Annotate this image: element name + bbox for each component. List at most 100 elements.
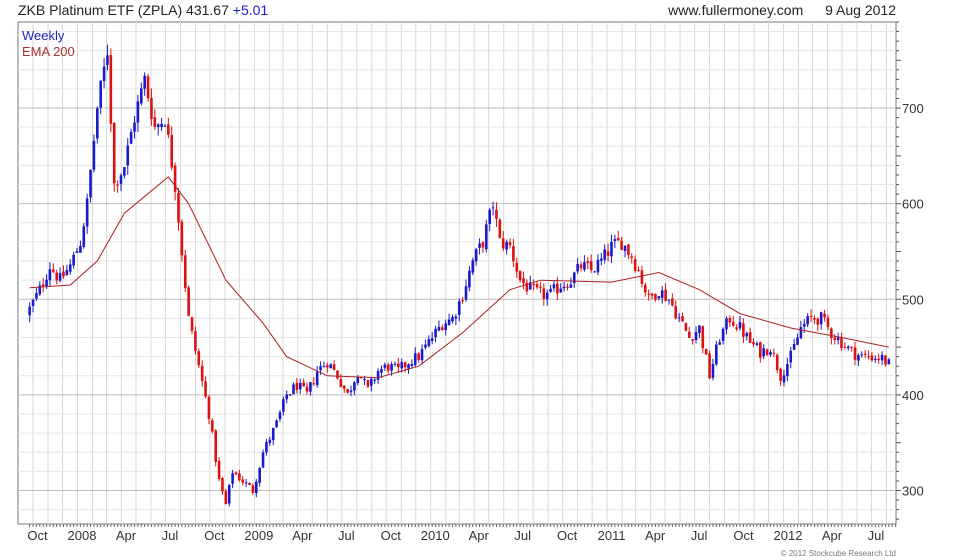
- weekly-candle-body: [870, 355, 874, 361]
- weekly-candle-body: [221, 478, 224, 492]
- weekly-candle-body: [244, 482, 248, 484]
- weekly-candle-body: [630, 256, 634, 258]
- weekly-candle-body: [616, 237, 620, 241]
- weekly-candle-body: [569, 284, 573, 288]
- weekly-candle-body: [119, 175, 123, 184]
- weekly-candle-body: [339, 379, 343, 387]
- y-tick-label: 400: [902, 388, 924, 403]
- weekly-candle-body: [336, 370, 339, 379]
- weekly-candle-body: [400, 362, 404, 369]
- weekly-candle-body: [295, 382, 299, 391]
- weekly-candle-body: [698, 325, 701, 333]
- weekly-candle-body: [224, 491, 228, 505]
- weekly-candle-body: [836, 337, 840, 341]
- weekly-candle-body: [207, 397, 211, 420]
- weekly-candle-body: [89, 169, 92, 198]
- weekly-candle-body: [217, 460, 221, 480]
- weekly-candle-body: [153, 117, 157, 127]
- weekly-candle-body: [721, 328, 725, 341]
- weekly-candle-body: [464, 286, 468, 300]
- weekly-candle-body: [288, 394, 292, 396]
- weekly-candle-body: [434, 328, 437, 338]
- weekly-candle-body: [850, 346, 853, 348]
- weekly-candle-body: [495, 209, 498, 219]
- weekly-candle-body: [116, 184, 119, 186]
- weekly-candle-body: [745, 333, 749, 337]
- legend-weekly: Weekly: [22, 28, 65, 43]
- weekly-candle-body: [515, 262, 519, 272]
- weekly-candle-body: [576, 263, 579, 272]
- grid-layer: [18, 22, 896, 524]
- weekly-candle-body: [268, 439, 272, 444]
- weekly-candle-body: [846, 346, 850, 349]
- x-tick-label: Apr: [469, 528, 490, 543]
- x-tick-label: Oct: [381, 528, 402, 543]
- weekly-candle-body: [535, 284, 539, 288]
- weekly-candle-body: [765, 349, 769, 355]
- weekly-candle-body: [657, 296, 661, 299]
- weekly-candle-body: [671, 298, 674, 306]
- weekly-candle-body: [545, 292, 549, 300]
- weekly-candle-body: [285, 394, 289, 400]
- weekly-candle-body: [677, 317, 681, 319]
- weekly-candle-body: [880, 354, 884, 361]
- weekly-candle-body: [96, 108, 99, 139]
- weekly-candle-body: [102, 66, 106, 82]
- weekly-candle-body: [302, 382, 305, 387]
- weekly-candle-body: [200, 365, 204, 382]
- x-tick-label: Oct: [557, 528, 578, 543]
- weekly-candle-body: [566, 286, 569, 288]
- weekly-candle-body: [204, 381, 207, 397]
- weekly-candle-body: [353, 382, 356, 391]
- weekly-candle-body: [681, 316, 684, 322]
- x-tick-label: 2011: [598, 528, 626, 543]
- weekly-candle-body: [52, 269, 55, 272]
- weekly-candle-body: [92, 140, 96, 170]
- weekly-candle-body: [627, 244, 630, 256]
- weekly-candle-body: [505, 241, 508, 250]
- weekly-candle-body: [708, 353, 711, 379]
- weekly-candle-body: [728, 317, 732, 323]
- weekly-candle-body: [430, 338, 434, 341]
- weekly-candle-body: [549, 288, 552, 292]
- weekly-candle-body: [214, 430, 218, 462]
- weekly-candle-body: [167, 124, 170, 135]
- legend-ema: EMA 200: [22, 44, 75, 59]
- weekly-chart: 300 400 500 600 700 Oct 2008 Apr Jul Oct 2009 Apr Ju…: [17, 21, 924, 543]
- weekly-candle-body: [823, 313, 826, 318]
- weekly-candle-body: [860, 354, 864, 356]
- weekly-candle-body: [596, 259, 600, 273]
- weekly-candle-body: [312, 383, 316, 385]
- weekly-candle-body: [613, 239, 617, 242]
- weekly-candle-body: [819, 312, 823, 325]
- x-tick-label: 2012: [774, 528, 803, 543]
- weekly-candle-body: [271, 427, 275, 440]
- weekly-candle-body: [769, 352, 772, 355]
- weekly-candle-body: [126, 145, 130, 166]
- weekly-candle-body: [799, 327, 803, 339]
- weekly-candle-body: [802, 323, 806, 327]
- weekly-candle-body: [796, 337, 799, 345]
- weekly-candle-body: [637, 270, 640, 272]
- weekly-candle-body: [424, 344, 427, 348]
- weekly-candle-body: [41, 284, 45, 287]
- weekly-candle-body: [762, 348, 765, 357]
- weekly-candle-body: [792, 343, 796, 350]
- weekly-candle-body: [275, 420, 278, 428]
- weekly-candle-body: [410, 364, 414, 366]
- weekly-candle-body: [650, 293, 654, 296]
- weekly-candle-body: [603, 249, 607, 260]
- weekly-candle-body: [887, 359, 891, 365]
- y-tick-label: 700: [902, 101, 924, 116]
- weekly-candle-body: [160, 123, 163, 128]
- weekly-candle-body: [579, 264, 583, 269]
- weekly-candle-body: [326, 364, 329, 368]
- weekly-candle-body: [163, 125, 167, 127]
- weekly-candle-body: [261, 452, 265, 468]
- weekly-candle-body: [735, 327, 738, 330]
- weekly-candle-body: [146, 76, 150, 99]
- weekly-candle-body: [786, 364, 789, 377]
- weekly-candle-body: [413, 353, 417, 365]
- weekly-candle-body: [809, 315, 813, 317]
- weekly-candle-body: [606, 251, 610, 256]
